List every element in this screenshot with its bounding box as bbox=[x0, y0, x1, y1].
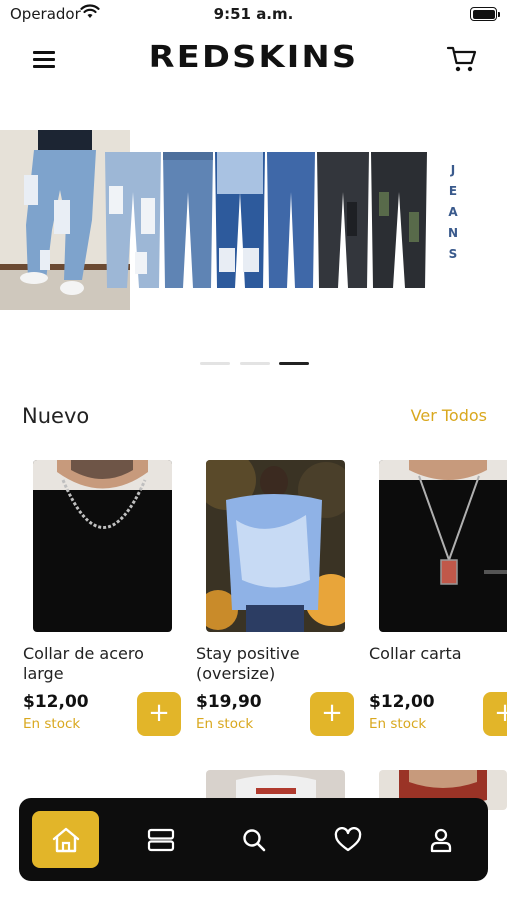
stock-status: En stock bbox=[196, 716, 254, 732]
favorites-icon[interactable] bbox=[314, 811, 381, 868]
catalog-icon[interactable] bbox=[127, 811, 194, 868]
stock-status: En stock bbox=[369, 716, 427, 732]
bottom-navigation-bar bbox=[19, 798, 488, 881]
carousel-dot[interactable] bbox=[200, 362, 230, 365]
product-name: Collar carta bbox=[369, 644, 462, 663]
product-price: $19,90 bbox=[196, 692, 262, 712]
product-price: $12,00 bbox=[23, 692, 89, 712]
stock-status: En stock bbox=[23, 716, 81, 732]
product-price: $12,00 bbox=[369, 692, 435, 712]
carousel-pagination[interactable] bbox=[200, 362, 310, 366]
product-name: Stay positive (oversize) bbox=[196, 644, 300, 683]
carousel-dot[interactable] bbox=[240, 362, 270, 365]
battery-icon bbox=[470, 7, 500, 21]
section-title: Nuevo bbox=[22, 404, 90, 428]
banner-side-text: J E A N S bbox=[447, 163, 459, 261]
product-name: Collar de acero large bbox=[23, 644, 144, 683]
add-to-cart-button[interactable]: + bbox=[310, 692, 354, 736]
product-image[interactable] bbox=[206, 460, 345, 632]
home-icon[interactable] bbox=[32, 811, 99, 868]
status-bar: Operador 9:51 a.m. bbox=[0, 0, 507, 30]
product-image[interactable] bbox=[379, 460, 507, 632]
search-icon[interactable] bbox=[220, 811, 287, 868]
see-all-link[interactable]: Ver Todos bbox=[411, 406, 487, 425]
promo-banner[interactable]: J E A N S bbox=[0, 130, 507, 310]
brand-logo: REDSKINS bbox=[148, 40, 359, 75]
jeans-collection-image bbox=[105, 152, 427, 288]
profile-icon[interactable] bbox=[407, 811, 474, 868]
add-to-cart-button[interactable]: + bbox=[137, 692, 181, 736]
add-to-cart-button[interactable]: + bbox=[483, 692, 507, 736]
shopping-cart-icon[interactable] bbox=[446, 44, 478, 74]
clock: 9:51 a.m. bbox=[213, 5, 294, 23]
carousel-dot-active[interactable] bbox=[279, 362, 309, 365]
product-image[interactable] bbox=[33, 460, 172, 632]
